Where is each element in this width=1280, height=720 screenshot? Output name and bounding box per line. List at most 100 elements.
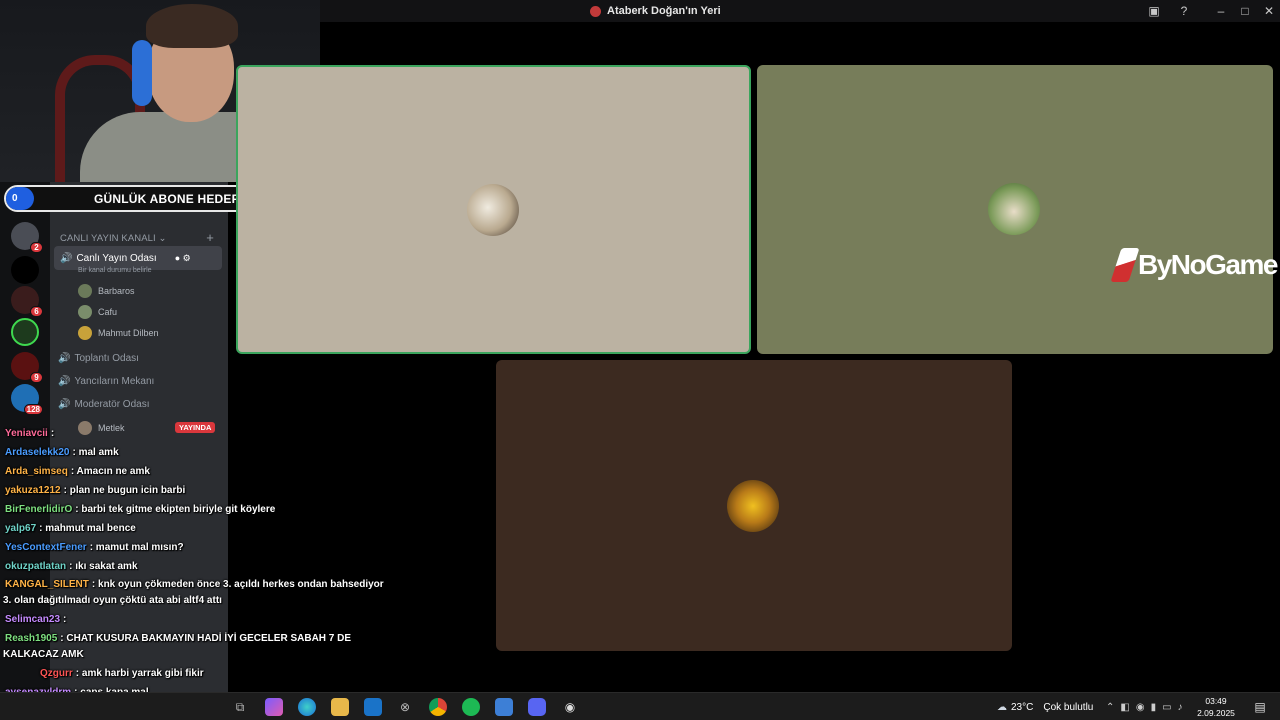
maximize-button[interactable]: □ (1237, 3, 1253, 19)
server-icon[interactable]: 2 (11, 222, 43, 253)
speaker-icon: 🔊 (58, 376, 71, 387)
obs-icon[interactable]: ◉ (561, 698, 579, 716)
chat-user: Reash1905 (5, 633, 58, 644)
server-icon[interactable]: 6 (11, 286, 43, 317)
inbox-icon[interactable]: ▣ (1146, 3, 1162, 19)
chat-text: : Amacın ne amk (70, 466, 150, 477)
server-icon[interactable] (11, 256, 39, 284)
edge-icon[interactable] (298, 698, 316, 716)
chat-message: BirFenerlidirO: barbi tek gitme ekipten … (5, 504, 275, 515)
chat-user: Ardaselekk20 (5, 447, 70, 458)
category-header[interactable]: CANLI YAYIN KANALI ⌄ (60, 233, 167, 244)
channel-actions-icon[interactable]: ● ⚙ (175, 253, 191, 264)
tray-icon[interactable]: ◧ (1120, 702, 1129, 713)
add-channel-icon[interactable]: + (202, 229, 218, 245)
chat-text: : (63, 614, 67, 625)
chat-message: Yeniavcii: (5, 428, 54, 439)
channel-item[interactable]: 🔊 Yancıların Mekanı (58, 376, 154, 387)
participant-tile[interactable] (496, 360, 1012, 651)
server-logo-icon (590, 5, 601, 17)
task-view-icon[interactable]: ⧉ (231, 698, 249, 716)
chat-user: Qzgurr (40, 668, 73, 679)
chat-text: : mal amk (72, 447, 119, 458)
speaker-icon: 🔊 (58, 353, 71, 364)
channel-name: Toplantı Odası (74, 353, 139, 364)
discord-icon[interactable] (528, 698, 546, 716)
chat-text: : mahmut mal bence (39, 523, 136, 534)
chat-message: Reash1905: CHAT KUSURA BAKMAYIN HADİ İYİ… (5, 633, 351, 644)
tray-icon[interactable]: ◉ (1136, 702, 1145, 713)
voice-user[interactable]: Barbaros (78, 284, 135, 298)
windows-taskbar: ⧉ ⊗ ◉ ☁ 23°C Çok bulutlu ⌃ ◧ ◉ ▮ ▭ ♪ 03:… (0, 692, 1280, 720)
notification-icon[interactable]: ▤ (1251, 698, 1269, 716)
clock[interactable]: 03:49 2.09.2025 (1196, 695, 1236, 719)
channel-status[interactable]: Bir kanal durumu belirle (78, 267, 152, 274)
window-title-text: Ataberk Doğan'ın Yeri (607, 5, 721, 17)
app-icon[interactable] (495, 698, 513, 716)
goal-start-value: 0 (6, 187, 34, 210)
chat-message: KANGAL_SILENT: knk oyun çökmeden önce 3.… (5, 579, 384, 590)
streamer-hair (146, 4, 238, 48)
outlook-icon[interactable] (364, 698, 382, 716)
channel-name: Canlı Yayın Odası (76, 252, 157, 264)
chat-user: YesContextFener (5, 542, 87, 553)
chat-text: : knk oyun çökmeden önce 3. açıldı herke… (91, 579, 384, 590)
minimize-button[interactable]: – (1213, 3, 1229, 19)
title-bar (320, 0, 1280, 22)
chat-user: KANGAL_SILENT (5, 579, 89, 590)
avatar (78, 421, 92, 435)
microphone-icon[interactable]: ▮ (1151, 702, 1157, 713)
network-icon[interactable]: ▭ (1162, 702, 1171, 713)
weather-temp: 23°C (1011, 701, 1034, 713)
chat-message: Qzgurr: amk harbi yarrak gibi fikir (40, 668, 204, 679)
chat-text: : amk harbi yarrak gibi fikir (75, 668, 204, 679)
notification-badge: 6 (30, 306, 43, 317)
chat-message: Arda_simseq: Amacın ne amk (5, 466, 150, 477)
voice-user[interactable]: Metlek (78, 421, 125, 435)
avatar (78, 305, 92, 319)
chevron-up-icon[interactable]: ⌃ (1106, 702, 1114, 713)
server-icon[interactable]: 128 (11, 384, 43, 415)
chat-message: yalp67: mahmut mal bence (5, 523, 136, 534)
window-title: Ataberk Doğan'ın Yeri (590, 0, 721, 22)
weather-desc: Çok bulutlu (1043, 701, 1094, 713)
chat-message: Selimcan23: (5, 614, 66, 625)
user-name: Barbaros (98, 286, 135, 296)
file-explorer-icon[interactable] (331, 698, 349, 716)
screen: Ataberk Doğan'ın Yeri ▣ ? – □ ✕ 2 6 9 12… (0, 0, 1280, 720)
speaker-icon[interactable]: ♪ (1178, 702, 1183, 713)
notification-badge: 9 (30, 372, 43, 383)
time: 03:49 (1205, 696, 1227, 706)
help-icon[interactable]: ? (1176, 3, 1192, 19)
participant-avatar (467, 184, 519, 236)
chat-text: : mamut mal mısın? (89, 542, 184, 553)
live-badge: YAYINDA (175, 422, 216, 433)
participant-tile[interactable] (236, 65, 751, 354)
chat-text: : CHAT KUSURA BAKMAYIN HADİ İYİ GECELER … (60, 633, 352, 644)
copilot-icon[interactable] (265, 698, 283, 716)
system-tray[interactable]: ⌃ ◧ ◉ ▮ ▭ ♪ (1106, 693, 1183, 720)
sponsor-logo: ByNoGame (1110, 248, 1278, 282)
weather-widget[interactable]: ☁ 23°C Çok bulutlu (997, 693, 1093, 720)
voice-user[interactable]: Cafu (78, 305, 117, 319)
chrome-icon[interactable] (429, 698, 447, 716)
chat-message: yakuza1212: plan ne bugun icin barbi (5, 485, 185, 496)
xbox-icon[interactable]: ⊗ (396, 698, 414, 716)
chat-message: okuzpatlatan: ıkı sakat amk (5, 561, 138, 572)
chat-user: yakuza1212 (5, 485, 61, 496)
chat-message: Ardaselekk20: mal amk (5, 447, 119, 458)
channel-item[interactable]: 🔊 Moderatör Odası (58, 399, 150, 410)
chat-user: okuzpatlatan (5, 561, 67, 572)
user-name: Metlek (98, 423, 125, 433)
participant-tile[interactable] (757, 65, 1273, 354)
chat-user: Yeniavcii (5, 428, 48, 439)
headset-icon (132, 40, 152, 106)
close-button[interactable]: ✕ (1261, 3, 1277, 19)
spotify-icon[interactable] (462, 698, 480, 716)
server-icon[interactable] (11, 318, 39, 346)
chat-message: YesContextFener: mamut mal mısın? (5, 542, 184, 553)
voice-user[interactable]: Mahmut Dilben (78, 326, 159, 340)
speaker-icon: 🔊 (60, 252, 73, 264)
server-icon[interactable]: 9 (11, 352, 43, 383)
channel-item[interactable]: 🔊 Toplantı Odası (58, 353, 139, 364)
